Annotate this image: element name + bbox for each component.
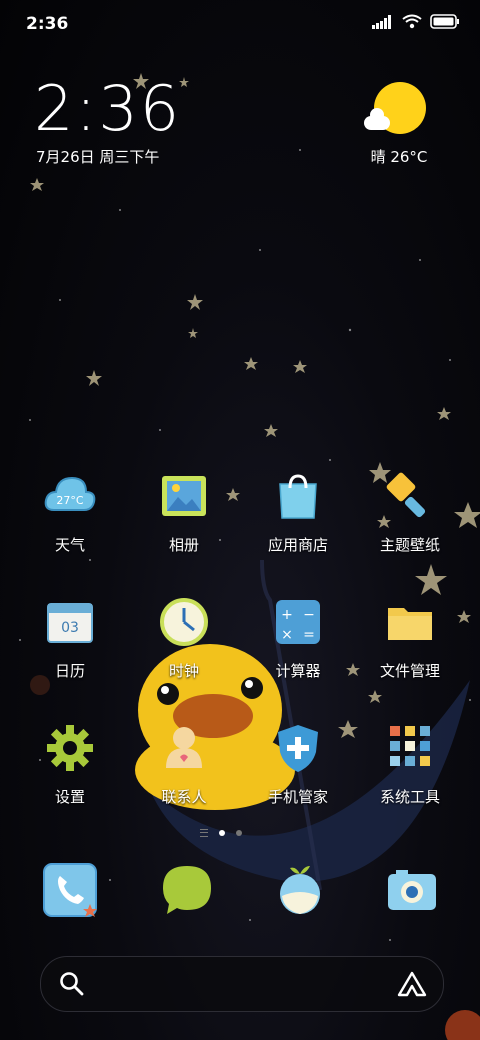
folder-icon: [388, 608, 432, 640]
clock-widget-time[interactable]: 2:36: [34, 78, 181, 140]
app-file-manager[interactable]: 文件管理: [355, 596, 465, 681]
browser-globe-icon: [280, 866, 320, 914]
dock: [0, 860, 480, 930]
dock-camera[interactable]: [382, 860, 442, 920]
app-label: 手机管家: [267, 788, 328, 806]
wifi-icon: [402, 14, 422, 29]
status-time: 2:36: [26, 14, 69, 34]
app-label: 应用商店: [267, 536, 328, 554]
app-label: 设置: [54, 788, 85, 806]
app-label: 系统工具: [379, 788, 440, 806]
app-calculator[interactable]: + − × = 计算器: [243, 596, 353, 681]
dock-messages[interactable]: [157, 860, 217, 920]
app-weather[interactable]: 27°C 天气: [15, 470, 125, 555]
app-settings[interactable]: 设置: [15, 722, 125, 807]
app-store-bag-icon: [279, 474, 317, 519]
clock-icon: [160, 598, 208, 646]
search-bar[interactable]: [40, 956, 444, 1012]
app-label: 天气: [54, 536, 85, 554]
status-bar: 2:36: [0, 0, 480, 50]
messages-icon: [163, 866, 211, 914]
calculator-icon: + − × =: [276, 600, 320, 644]
tools-folder-icon: [390, 726, 430, 766]
page-indicator[interactable]: [200, 829, 242, 837]
phone-icon: [43, 863, 97, 917]
app-label: 相册: [168, 536, 199, 554]
dock-phone[interactable]: [40, 860, 100, 920]
search-icon[interactable]: [59, 971, 85, 997]
app-system-tools[interactable]: 系统工具: [355, 722, 465, 807]
app-gallery[interactable]: 相册: [129, 470, 239, 555]
svg-text:+: +: [281, 607, 293, 623]
app-label: 主题壁纸: [379, 536, 440, 554]
weather-badge: 27°C: [56, 494, 83, 507]
svg-text:=: =: [303, 627, 315, 643]
page-list-icon[interactable]: [200, 829, 208, 837]
signal-icon: [372, 14, 391, 29]
calendar-badge: 03: [61, 620, 79, 636]
app-clock[interactable]: 时钟: [129, 596, 239, 681]
app-store[interactable]: 应用商店: [243, 470, 353, 555]
battery-icon: [430, 14, 459, 29]
calendar-icon: 03: [47, 603, 93, 643]
app-security[interactable]: 手机管家: [243, 722, 353, 807]
app-label: 联系人: [161, 788, 207, 806]
app-label: 计算器: [275, 662, 321, 680]
gear-icon: [47, 725, 93, 771]
app-label: 文件管理: [379, 662, 440, 680]
weather-widget-text: 晴 26°C: [370, 148, 428, 166]
app-calendar[interactable]: 03 日历: [15, 596, 125, 681]
page-dot[interactable]: [236, 830, 242, 836]
clock-widget-date[interactable]: 7月26日 周三下午: [36, 146, 159, 167]
assistant-icon[interactable]: [397, 971, 427, 997]
weather-cloud-icon: 27°C: [44, 476, 96, 511]
app-label: 日历: [54, 662, 85, 680]
app-label: 时钟: [168, 662, 199, 680]
gallery-icon: [162, 476, 206, 516]
app-contacts[interactable]: 联系人: [129, 722, 239, 807]
contacts-icon: [166, 727, 202, 768]
shield-plus-icon: [278, 725, 318, 772]
app-themes[interactable]: 主题壁纸: [355, 470, 465, 555]
theme-brush-icon: [386, 472, 426, 518]
camera-icon: [388, 870, 436, 910]
page-dot-current[interactable]: [219, 830, 225, 836]
dock-browser[interactable]: [270, 860, 330, 920]
svg-text:×: ×: [281, 627, 293, 643]
svg-text:−: −: [303, 607, 315, 623]
